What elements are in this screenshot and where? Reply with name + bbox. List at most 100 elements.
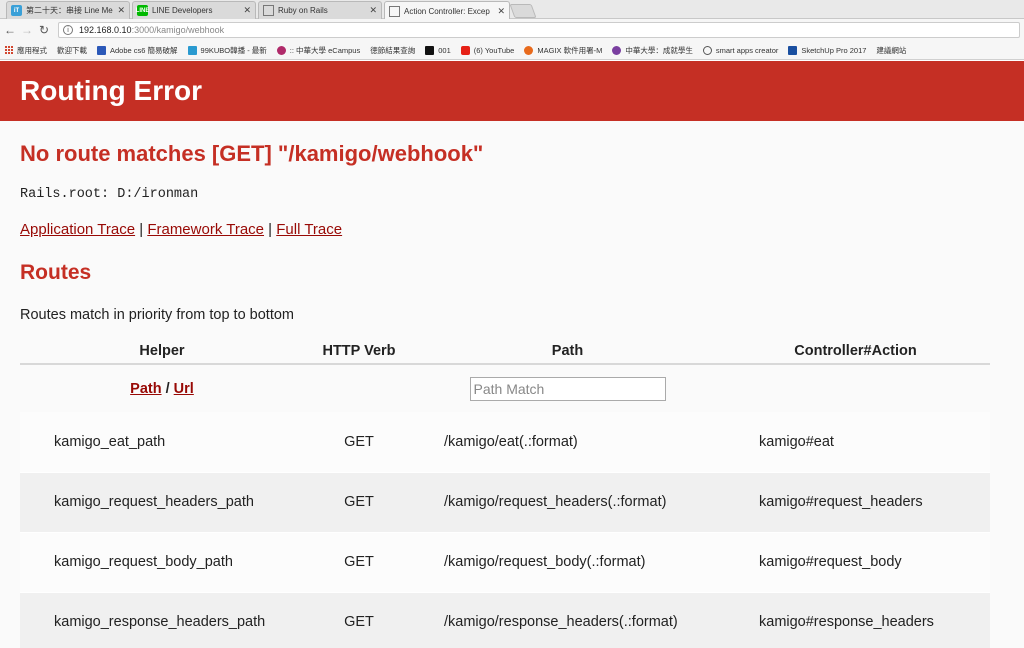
url-link[interactable]: Url	[174, 381, 194, 397]
tab-title: 第二十天：串接 Line Me	[26, 6, 113, 15]
magix-icon	[524, 45, 534, 55]
shield-icon	[97, 45, 106, 55]
bookmark-label: 99KUBO韓播 - 最新	[200, 45, 267, 55]
bookmark-item[interactable]: MAGIX 軟件用署-M	[524, 45, 602, 56]
bookmark-label: Adobe cs6 簡易破解	[110, 45, 178, 55]
path-cell: /kamigo/eat(.:format)	[414, 412, 721, 473]
bookmark-label: SketchUp Pro 2017	[801, 45, 867, 55]
empty-cell	[304, 364, 414, 412]
path-match-cell	[414, 364, 721, 412]
trace-links: Application Trace | Framework Trace | Fu…	[20, 221, 342, 238]
routes-table: Helper HTTP Verb Path Controller#Action …	[20, 339, 990, 648]
helper-cell: kamigo_request_body_path	[20, 532, 304, 593]
action-cell: kamigo#eat	[721, 412, 990, 473]
bookmark-apps[interactable]: 應用程式	[5, 45, 47, 56]
header-http-verb: HTTP Verb	[304, 339, 414, 365]
error-content: No route matches [GET] "/kamigo/webhook"…	[0, 121, 1024, 648]
address-bar: ← → ↻ i 192.168.0.10:3000/kamigo/webhook	[0, 19, 1024, 41]
page-favicon-icon	[389, 5, 400, 17]
framework-trace-link[interactable]: Framework Trace	[147, 221, 264, 238]
path-link[interactable]: Path	[130, 381, 161, 397]
bookmark-label: smart apps creator	[715, 45, 779, 55]
helper-cell: kamigo_eat_path	[20, 412, 304, 473]
url-input[interactable]: i 192.168.0.10:3000/kamigo/webhook	[58, 22, 1020, 38]
slash: /	[161, 380, 174, 397]
application-trace-link[interactable]: Application Trace	[20, 221, 135, 238]
bookmark-item[interactable]: (6) YouTube	[460, 45, 515, 55]
verb-cell: GET	[304, 532, 414, 593]
table-header-row: Helper HTTP Verb Path Controller#Action	[20, 339, 990, 365]
action-cell: kamigo#request_headers	[721, 472, 990, 533]
verb-cell: GET	[304, 412, 414, 473]
bookmark-label: 建議網站	[876, 45, 907, 55]
line-favicon-icon: LINE	[136, 5, 149, 16]
path-url-toggle: Path / Url	[20, 364, 304, 412]
page: Routing Error No route matches [GET] "/k…	[0, 61, 1024, 648]
verb-cell: GET	[304, 592, 414, 648]
info-icon[interactable]: i	[63, 25, 73, 35]
action-cell: kamigo#response_headers	[721, 592, 990, 648]
bookmark-item[interactable]: 徳節結果查詢	[370, 45, 415, 56]
close-tab-icon[interactable]: ✕	[369, 5, 377, 16]
tab-line-messaging[interactable]: iT 第二十天：串接 Line Me ✕	[6, 1, 130, 19]
action-cell: kamigo#request_body	[721, 532, 990, 593]
bookmark-item[interactable]: :: 中華大學 eCampus	[276, 45, 361, 56]
bookmark-item[interactable]: 歡迎下載	[57, 45, 87, 56]
youtube-icon	[460, 45, 470, 55]
tab-strip: iT 第二十天：串接 Line Me ✕ LINE LINE Developer…	[0, 0, 1024, 20]
ecampus-icon	[276, 45, 286, 55]
path-match-input[interactable]	[469, 376, 666, 401]
tab-line-developers[interactable]: LINE LINE Developers ✕	[132, 1, 256, 19]
tab-action-controller[interactable]: Action Controller: Excep ✕	[384, 1, 510, 20]
x-icon	[425, 45, 435, 55]
bookmark-item[interactable]: 中華大學：成就學生	[612, 45, 693, 56]
table-row: kamigo_request_headers_path GET /kamigo/…	[20, 472, 990, 533]
path-cell: /kamigo/request_headers(.:format)	[414, 472, 721, 533]
close-tab-icon[interactable]: ✕	[243, 5, 251, 16]
kubo-icon	[187, 45, 197, 55]
routes-heading: Routes	[20, 261, 92, 284]
table-row: kamigo_request_body_path GET /kamigo/req…	[20, 532, 990, 593]
close-tab-icon[interactable]: ✕	[497, 6, 505, 17]
filter-row: Path / Url	[20, 364, 990, 412]
bookmark-label: :: 中華大學 eCampus	[289, 45, 361, 55]
bookmark-item[interactable]: 建議網站	[876, 45, 906, 56]
helper-cell: kamigo_request_headers_path	[20, 472, 304, 533]
path-cell: /kamigo/request_body(.:format)	[414, 532, 721, 593]
header-helper: Helper	[20, 339, 304, 365]
page-title: Routing Error	[20, 75, 202, 106]
url-path: :3000/kamigo/webhook	[131, 25, 225, 35]
tab-title: Ruby on Rails	[278, 6, 328, 15]
search-icon	[702, 45, 712, 55]
page-favicon-icon	[263, 5, 274, 16]
tab-title: Action Controller: Excep	[404, 6, 490, 16]
empty-cell	[721, 364, 990, 412]
back-arrow-icon[interactable]: ←	[3, 22, 17, 38]
bookmark-item[interactable]: 001	[425, 45, 451, 55]
separator: |	[264, 221, 277, 238]
reload-icon[interactable]: ↻	[37, 22, 51, 38]
close-tab-icon[interactable]: ✕	[117, 5, 125, 16]
ithome-favicon-icon: iT	[11, 5, 22, 16]
forward-arrow-icon[interactable]: →	[20, 22, 34, 38]
tab-ruby-on-rails[interactable]: Ruby on Rails ✕	[258, 1, 382, 19]
error-header: Routing Error	[0, 61, 1024, 121]
bookmark-item[interactable]: 99KUBO韓播 - 最新	[187, 45, 267, 56]
full-trace-link[interactable]: Full Trace	[276, 221, 342, 238]
header-controller-action: Controller#Action	[721, 339, 990, 365]
bookmark-label: (6) YouTube	[473, 45, 515, 55]
bookmark-label: 歡迎下載	[57, 45, 87, 55]
path-cell: /kamigo/response_headers(.:format)	[414, 592, 721, 648]
url-host: 192.168.0.10	[79, 25, 132, 35]
bookmark-item[interactable]: Adobe cs6 簡易破解	[97, 45, 178, 56]
bookmark-label: 徳節結果查詢	[370, 45, 416, 55]
bookmark-item[interactable]: SketchUp Pro 2017	[788, 45, 867, 55]
apps-grid-icon	[5, 46, 13, 54]
bookmark-label: 001	[438, 45, 451, 55]
verb-cell: GET	[304, 472, 414, 533]
new-tab-button[interactable]	[509, 4, 537, 18]
bookmark-item[interactable]: smart apps creator	[702, 45, 779, 55]
bookmark-label: 應用程式	[17, 45, 47, 55]
header-path: Path	[414, 339, 721, 365]
table-row: kamigo_response_headers_path GET /kamigo…	[20, 592, 990, 648]
